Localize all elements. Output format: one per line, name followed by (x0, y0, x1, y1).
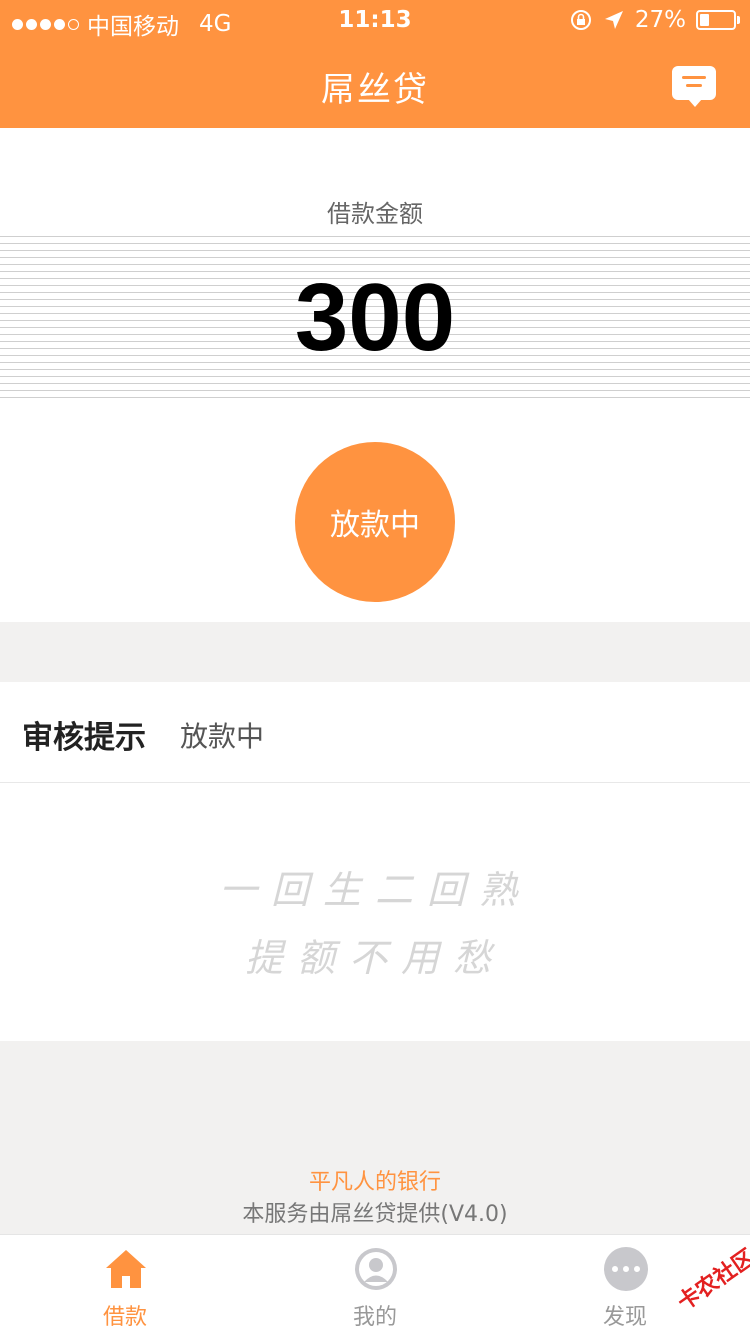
tab-mine[interactable]: 我的 (250, 1235, 500, 1335)
battery-percent: 27% (634, 7, 686, 33)
status-bar: 中国移动 4G 11:13 27% (0, 0, 750, 40)
tab-discover-label: 发现 (602, 1305, 647, 1330)
loan-amount: 300 (294, 264, 456, 371)
location-arrow-icon (604, 11, 623, 29)
footer-tagline: 平凡人的银行 (308, 1170, 441, 1195)
review-header: 审核提示 放款中 (0, 682, 750, 783)
slogan-line-2: 提额不用愁 (244, 936, 505, 980)
nav-bar: 屌丝贷 (0, 40, 750, 128)
message-icon[interactable] (672, 66, 716, 107)
battery-fill (700, 14, 709, 26)
battery-icon (696, 10, 740, 30)
tab-borrow[interactable]: 借款 (0, 1235, 250, 1335)
page-title: 屌丝贷 (321, 70, 429, 110)
status-right: 27% (569, 7, 740, 33)
footer-provider: 本服务由屌丝贷提供(V4.0) (242, 1202, 508, 1227)
slogan-line-1: 一回生二回熟 (218, 868, 531, 912)
tab-borrow-label: 借款 (102, 1305, 147, 1330)
loan-status-label: 放款中 (330, 508, 420, 543)
tab-bar: 借款 我的 发现 (0, 1234, 750, 1335)
rotation-lock-icon (570, 10, 591, 30)
review-title: 审核提示 (22, 720, 146, 756)
review-status: 放款中 (180, 720, 265, 753)
more-icon (604, 1247, 648, 1291)
user-icon (355, 1248, 397, 1290)
loan-card: 借款金额 300 放款中 (0, 128, 750, 622)
loan-status-button[interactable]: 放款中 (295, 442, 455, 602)
amount-label: 借款金额 (327, 200, 423, 228)
slogan-panel: 一回生二回熟 提额不用愁 (0, 783, 750, 1041)
home-icon (106, 1250, 146, 1288)
tab-mine-label: 我的 (352, 1305, 397, 1330)
